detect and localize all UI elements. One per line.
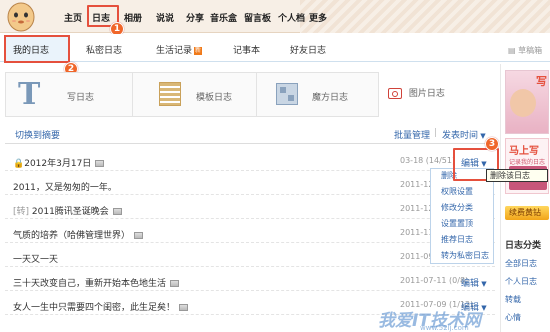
edit-dropdown[interactable]: 编辑 ▼ xyxy=(461,276,487,289)
template-blog-button[interactable]: 模板日志 xyxy=(133,73,257,116)
nav-more[interactable]: 更多 xyxy=(309,11,327,24)
tab-private-blog[interactable]: 私密日志 xyxy=(86,43,122,56)
batch-manage-link[interactable]: 批量管理 xyxy=(394,128,430,141)
menu-item-make-private[interactable]: 转为私密日志 xyxy=(441,250,489,261)
right-sidebar: 写 马上写 记录我的日志 续费黄钻 日志分类 全部日志 个人日志 转载 心情 xyxy=(500,64,550,332)
sidebar-photo-banner[interactable]: 写 xyxy=(505,70,549,134)
decorative-pattern xyxy=(300,0,550,33)
drafts-label: 草稿箱 xyxy=(518,46,543,55)
write-buttons-bar: T 写日志 模板日志 魔方日志 xyxy=(5,72,379,117)
menu-item-recommend[interactable]: 推荐日志 xyxy=(441,234,473,245)
category-item[interactable]: 转载 xyxy=(505,294,521,305)
list-item[interactable]: 🔒2012年3月17日 03-18 (14/51) 编辑 ▼ xyxy=(5,151,495,171)
banner-write-label: 写 xyxy=(536,75,547,88)
magic-cube-blog-button[interactable]: 魔方日志 xyxy=(257,73,379,116)
photo-blog-button[interactable]: 图片日志 xyxy=(388,86,445,99)
blog-title: 2012年3月17日 xyxy=(24,159,92,169)
qzone-mascot-avatar[interactable] xyxy=(2,0,40,33)
nav-album[interactable]: 相册 xyxy=(124,11,142,24)
blog-title[interactable]: 一天又一天 xyxy=(13,252,58,265)
delete-tooltip: 删除该日志 xyxy=(486,169,548,182)
category-item[interactable]: 个人日志 xyxy=(505,276,537,287)
category-item[interactable]: 心情 xyxy=(505,312,521,323)
tab-life-record[interactable]: 生活记录新 xyxy=(156,43,203,56)
photo-blog-label: 图片日志 xyxy=(408,89,445,99)
drafts-link[interactable]: ▤ 草稿箱 xyxy=(508,45,542,56)
menu-item-pin-top[interactable]: 设置置顶 xyxy=(441,218,473,229)
write-t-icon: T xyxy=(18,77,41,112)
list-item[interactable]: 一天又一天 2011-09-20 xyxy=(5,247,495,267)
list-item[interactable]: 气质的培养（哈佛管理世界） 2011-11-17 xyxy=(5,223,495,243)
blog-date: 03-18 (14/51) xyxy=(400,156,456,165)
camera-icon xyxy=(388,88,402,99)
switch-to-summary-link[interactable]: 切换到摘要 xyxy=(15,128,60,141)
image-icon xyxy=(179,304,189,311)
lock-icon: 🔒 xyxy=(13,159,25,169)
write-now-subtitle: 记录我的日志 xyxy=(509,159,546,166)
blog-title: 女人一生中只需要四个闺密，此生足矣！ xyxy=(13,303,176,313)
category-all[interactable]: 全部日志 xyxy=(505,258,537,269)
tab-my-blog[interactable]: 我的日志 xyxy=(13,43,49,56)
image-icon xyxy=(95,160,105,167)
nav-share[interactable]: 分享 xyxy=(186,11,204,24)
drafts-icon: ▤ xyxy=(508,46,516,55)
watermark-url: www.52ij.com xyxy=(420,324,469,332)
repost-tag: [转] xyxy=(13,207,32,217)
category-title: 日志分类 xyxy=(505,241,542,251)
template-blog-label: 模板日志 xyxy=(196,93,233,103)
write-now-title: 马上写 xyxy=(509,146,539,157)
blog-title-row-3[interactable]: [转] 2011腾讯圣诞晚会 xyxy=(13,204,122,217)
top-nav-bar xyxy=(0,0,550,33)
blog-title-row-1[interactable]: 🔒2012年3月17日 xyxy=(13,156,105,169)
toolbar-divider: | xyxy=(434,128,438,138)
nav-guestbook[interactable]: 留言板 xyxy=(244,11,271,24)
new-badge: 新 xyxy=(194,46,203,55)
image-icon xyxy=(112,208,122,215)
magic-cube-icon xyxy=(276,83,298,105)
sort-by-time-dropdown[interactable]: 发表时间 ▼ xyxy=(442,128,486,141)
list-item[interactable]: 2011，又是匆匆的一年。 2011-12-30 xyxy=(5,175,495,195)
tab-notebook[interactable]: 记事本 xyxy=(233,43,260,56)
chevron-down-icon: ▼ xyxy=(479,280,487,288)
nav-music[interactable]: 音乐盒 xyxy=(210,11,237,24)
sort-label: 发表时间 xyxy=(442,131,479,141)
nav-home[interactable]: 主页 xyxy=(64,11,82,24)
step-marker-3: 3 xyxy=(485,137,499,151)
write-blog-button[interactable]: T 写日志 xyxy=(6,73,133,116)
child-photo xyxy=(510,89,536,117)
magic-cube-blog-label: 魔方日志 xyxy=(312,93,349,103)
write-now-banner[interactable]: 马上写 记录我的日志 xyxy=(505,138,549,194)
blog-title: 气质的培养（哈佛管理世界） xyxy=(13,231,131,241)
nav-talk[interactable]: 说说 xyxy=(156,11,174,24)
list-item[interactable]: [转] 2011腾讯圣诞晚会 2011-12-19 xyxy=(5,199,495,219)
image-icon xyxy=(170,280,180,287)
edit-dropdown-menu: 删除 权限设置 修改分类 设置置顶 推荐日志 转为私密日志 xyxy=(430,168,494,264)
blog-title: 2011腾讯圣诞晚会 xyxy=(31,207,109,217)
blog-tab-row xyxy=(0,34,550,62)
list-item[interactable]: 三十天改变自己，重新开始本色地生活 2011-07-11 (0/8) 编辑 ▼ xyxy=(5,271,495,291)
menu-item-permission[interactable]: 权限设置 xyxy=(441,186,473,197)
divider xyxy=(5,143,495,144)
tab-friends-blog[interactable]: 好友日志 xyxy=(290,43,326,56)
template-icon xyxy=(159,82,181,106)
blog-title: 三十天改变自己，重新开始本色地生活 xyxy=(13,279,167,289)
blog-title-row-7[interactable]: 女人一生中只需要四个闺密，此生足矣！ xyxy=(13,300,189,313)
tab-life-record-label: 生活记录 xyxy=(156,46,193,56)
write-blog-label: 写日志 xyxy=(67,93,95,103)
blog-title[interactable]: 2011，又是匆匆的一年。 xyxy=(13,180,117,193)
image-icon xyxy=(134,232,144,239)
renew-vip-button[interactable]: 续费黄钻 xyxy=(505,206,549,220)
edit-label: 编辑 xyxy=(461,279,480,289)
nav-profile[interactable]: 个人档 xyxy=(278,11,305,24)
menu-item-change-category[interactable]: 修改分类 xyxy=(441,202,473,213)
chevron-down-icon: ▼ xyxy=(478,132,486,140)
blog-title-row-6[interactable]: 三十天改变自己，重新开始本色地生活 xyxy=(13,276,180,289)
blog-date: 2011-07-11 (0/8) xyxy=(400,276,469,285)
blog-title-row-4[interactable]: 气质的培养（哈佛管理世界） xyxy=(13,228,144,241)
